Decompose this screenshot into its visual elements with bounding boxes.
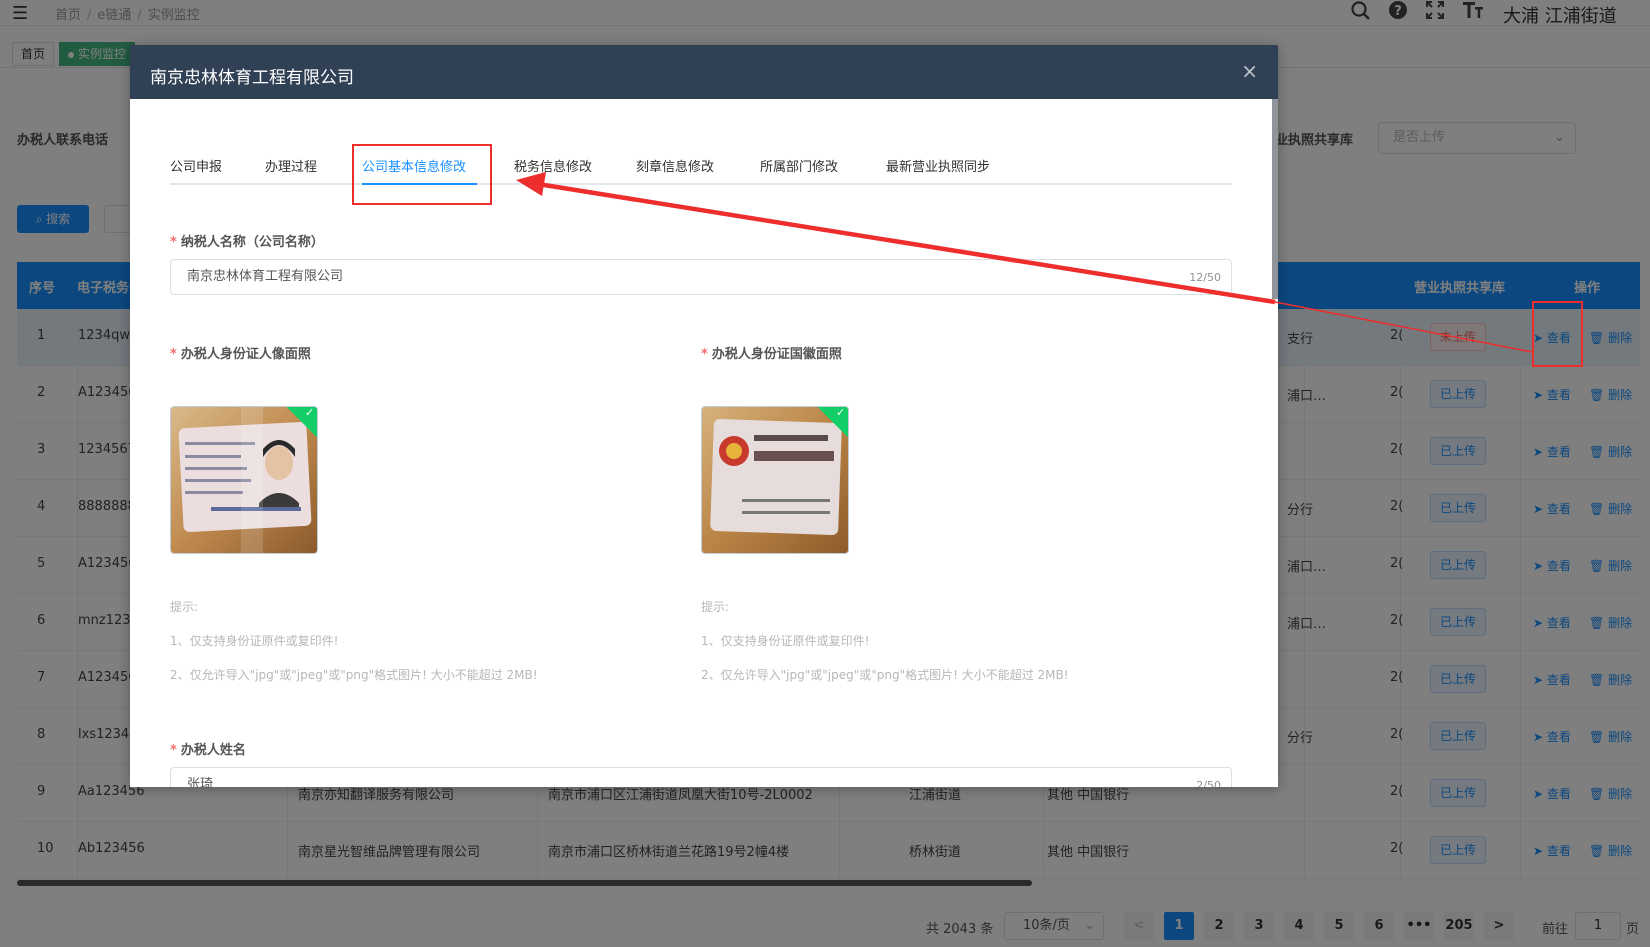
tab-company-report[interactable]: 公司申报 (170, 156, 222, 175)
tip-title-front: 提示: (170, 600, 199, 614)
taxpayer-name-input[interactable]: 南京忠林体育工程有限公司 12/50 (170, 259, 1232, 295)
taxpayer-name-label: * 纳税人名称（公司名称） (170, 235, 324, 250)
tab-tax-info[interactable]: 税务信息修改 (514, 156, 592, 175)
company-detail-dialog: 南京忠林体育工程有限公司 × 公司申报 办理过程 公司基本信息修改 税务信息修改… (130, 45, 1278, 787)
annotation-tab-highlight-box (352, 144, 492, 205)
tip-line1-front: 1、仅支持身份证原件或复印件! (170, 634, 339, 648)
tab-department[interactable]: 所属部门修改 (760, 156, 838, 175)
taxpayer-name-label-text: 纳税人名称（公司名称） (180, 235, 324, 250)
agent-name-label-text: 办税人姓名 (180, 743, 246, 758)
id-back-upload[interactable]: ✓ (701, 406, 849, 554)
dialog-tabs: 公司申报 办理过程 公司基本信息修改 税务信息修改 刻章信息修改 所属部门修改 … (170, 140, 1232, 185)
taxpayer-name-value: 南京忠林体育工程有限公司 (187, 269, 344, 284)
agent-name-count: 2/50 (1196, 779, 1221, 787)
id-front-label-text: 办税人身份证人像面照 (180, 347, 311, 362)
id-back-image (702, 407, 848, 553)
annotation-view-highlight-box (1532, 301, 1583, 367)
dialog-title: 南京忠林体育工程有限公司 (150, 68, 354, 88)
tab-license-sync[interactable]: 最新营业执照同步 (886, 156, 990, 175)
tip-title-back: 提示: (701, 600, 730, 614)
tip-line1-back: 1、仅支持身份证原件或复印件! (701, 634, 870, 648)
id-front-upload[interactable]: ✓ (170, 406, 318, 554)
tip-line2-front: 2、仅允许导入"jpg"或"jpeg"或"png"格式图片! 大小不能超过 2M… (170, 668, 538, 682)
dialog-scrollbar[interactable] (1272, 99, 1278, 299)
id-back-label: * 办税人身份证国徽面照 (701, 347, 842, 362)
close-icon[interactable]: × (1241, 59, 1258, 83)
id-front-image (171, 407, 317, 553)
tip-line2-back: 2、仅允许导入"jpg"或"jpeg"或"png"格式图片! 大小不能超过 2M… (701, 668, 1069, 682)
taxpayer-name-count: 12/50 (1189, 271, 1221, 284)
agent-name-value: 张琦 (187, 777, 214, 787)
dialog-header: 南京忠林体育工程有限公司 × (130, 45, 1278, 99)
tab-process[interactable]: 办理过程 (265, 156, 317, 175)
agent-name-label: * 办税人姓名 (170, 743, 246, 758)
agent-name-input[interactable]: 张琦 2/50 (170, 767, 1232, 787)
id-back-label-text: 办税人身份证国徽面照 (711, 347, 842, 362)
id-front-label: * 办税人身份证人像面照 (170, 347, 311, 362)
tab-seal-info[interactable]: 刻章信息修改 (636, 156, 714, 175)
